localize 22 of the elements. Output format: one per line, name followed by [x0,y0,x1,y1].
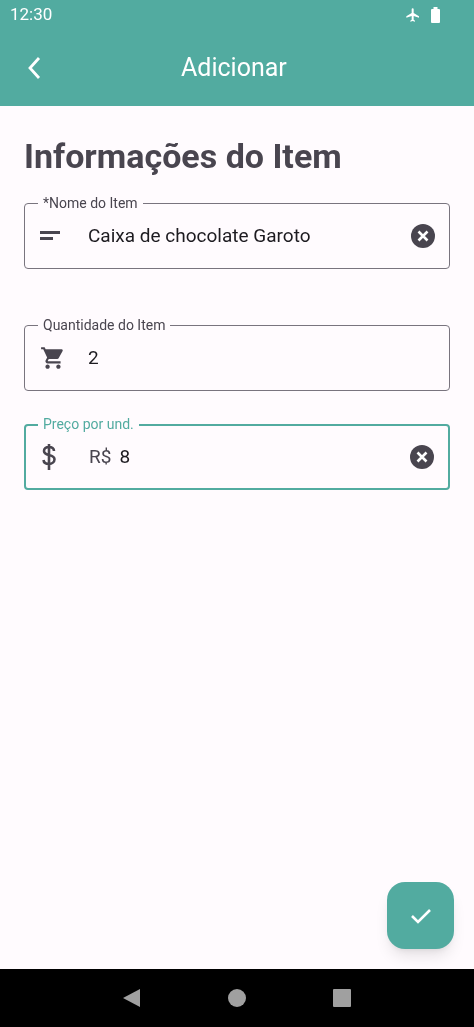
recents-nav-icon[interactable] [332,989,351,1007]
back-nav-icon[interactable] [123,989,142,1007]
clear-icon[interactable] [410,445,434,469]
cart-icon [40,345,66,371]
section-heading: Informações do Item [24,135,343,178]
field-value: 8 [119,443,132,470]
field-value: Caixa de chocolate Garoto [88,222,312,249]
battery-icon [431,7,440,23]
field-label: Preço por und. [38,415,139,433]
lines-icon [40,230,62,242]
field-value: 2 [88,344,100,371]
app-bar-title: Adicionar [181,52,287,85]
field-label: Quantidade do Item [38,316,171,334]
status-time: 12:30 [10,3,53,27]
dollar-icon [41,443,57,471]
airplane-icon [405,7,421,23]
clear-icon[interactable] [411,224,435,248]
currency-prefix: R$ [89,443,112,470]
check-icon [409,907,432,924]
home-nav-icon[interactable] [228,989,246,1007]
confirm-button[interactable] [387,882,454,949]
back-icon [27,56,41,80]
